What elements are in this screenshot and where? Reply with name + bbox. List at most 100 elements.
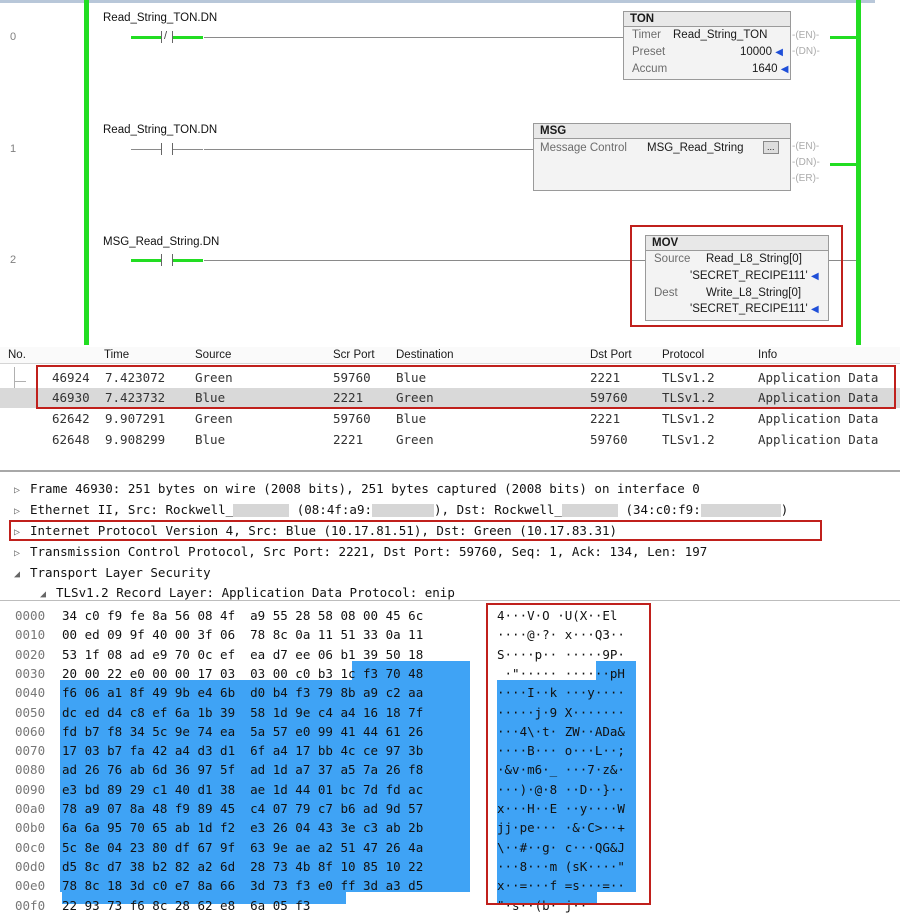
hex-bytes: 22 93 73 f6 8c 28 62 e8 6a 05 f3 (62, 897, 311, 913)
preset-label: Preset (632, 46, 666, 58)
rung-wire (204, 260, 646, 261)
en-output: -(EN)- (792, 141, 820, 152)
hex-bytes: f6 06 a1 8f 49 9b e4 6b d0 b4 f3 79 8b a… (62, 685, 424, 701)
highlight-box-ip (9, 520, 822, 541)
timer-label: Timer (632, 29, 661, 41)
rung-number: 1 (10, 143, 17, 155)
col-time[interactable]: Time (104, 349, 129, 361)
hex-offset: 0060 (15, 723, 46, 739)
redacted-block (561, 504, 618, 517)
tree-frame[interactable]: ▷ Frame 46930: 251 bytes on wire (2008 bi… (14, 481, 700, 496)
highlight-box-packets (36, 365, 896, 409)
xic-contact[interactable] (131, 254, 203, 266)
collapse-icon[interactable]: ◢ (14, 569, 30, 580)
accum-label: Accum (632, 63, 668, 75)
hex-dump: 0000 34 c0 f9 fe 8a 56 08 4f a9 55 28 58 … (0, 600, 900, 913)
redacted-block (233, 504, 290, 517)
hex-offset: 0030 (15, 665, 46, 681)
col-src-port[interactable]: Scr Port (333, 349, 375, 361)
highlight-box-mov (630, 225, 843, 327)
left-power-rail (84, 0, 89, 345)
hex-bytes: 00 ed 09 9f 40 00 3f 06 78 8c 0a 11 51 3… (62, 627, 424, 643)
expand-icon[interactable]: ▷ (14, 485, 30, 496)
tree-tls-record[interactable]: ◢ TLSv1.2 Record Layer: Application Data … (40, 585, 455, 600)
accum-value[interactable]: 1640 (752, 63, 778, 75)
col-protocol[interactable]: Protocol (662, 349, 704, 361)
hex-bytes: fd b7 f8 34 5c 9e 74 ea 5a 57 e0 99 41 4… (62, 723, 424, 739)
tree-tcp[interactable]: ▷ Transmission Control Protocol, Src Port… (14, 544, 707, 559)
expand-icon[interactable]: ▷ (14, 548, 30, 559)
rung-wire (204, 37, 624, 38)
rung-number: 0 (10, 31, 17, 43)
xio-contact[interactable]: / (131, 30, 203, 43)
hex-bytes: 6a 6a 95 70 65 ab 1d f2 e3 26 04 43 3e c… (62, 820, 424, 836)
msg-instruction[interactable]: MSG Message Control MSG_Read_String ... (533, 123, 791, 191)
message-config-button[interactable]: ... (763, 141, 779, 154)
hex-bytes: e3 bd 89 29 c1 40 d1 38 ae 1d 44 01 bc 7… (62, 781, 424, 797)
hex-bytes: 17 03 b7 fa 42 a4 d3 d1 6f a4 17 bb 4c c… (62, 743, 424, 759)
hex-offset: 0020 (15, 646, 46, 662)
hex-bytes: ad 26 76 ab 6d 36 97 5f ad 1d a7 37 a5 7… (62, 762, 424, 778)
hex-offset: 00a0 (15, 801, 46, 816)
hex-offset: 0080 (15, 762, 46, 778)
rung-contact-tag[interactable]: Read_String_TON.DN (103, 12, 217, 24)
message-control-label: Message Control (540, 142, 627, 154)
window-top-border (0, 0, 875, 3)
en-output: -(EN)- (792, 30, 820, 41)
hex-bytes: 34 c0 f9 fe 8a 56 08 4f a9 55 28 58 08 0… (62, 608, 424, 623)
rung-wire (204, 149, 534, 150)
hex-bytes: 20 00 22 e0 00 00 17 03 03 00 c0 b3 1c f… (62, 665, 424, 681)
value-arrow-icon: ◀ (780, 64, 789, 75)
expand-icon[interactable]: ▷ (14, 506, 30, 517)
rung-number: 2 (10, 254, 17, 266)
col-info[interactable]: Info (758, 349, 777, 361)
hex-offset: 00f0 (15, 897, 46, 913)
dn-output-energized (830, 163, 856, 166)
rung-contact-tag[interactable]: MSG_Read_String.DN (103, 236, 219, 248)
packet-row[interactable]: 62648 9.908299 Blue 2221 Green 59760 TLS… (0, 430, 900, 450)
col-source[interactable]: Source (195, 349, 231, 361)
rung-contact-tag[interactable]: Read_String_TON.DN (103, 124, 217, 136)
preset-value[interactable]: 10000 (740, 46, 772, 58)
col-destination[interactable]: Destination (396, 349, 454, 361)
hex-bytes: 78 8c 18 3d c0 e7 8a 66 3d 73 f3 e0 ff 3… (62, 878, 424, 894)
hex-offset: 0090 (15, 781, 46, 797)
dn-output: -(DN)- (792, 157, 820, 168)
er-output: -(ER)- (792, 173, 820, 184)
dn-output: -(DN)- (792, 46, 820, 57)
en-output-energized (830, 36, 856, 39)
hex-offset: 0040 (15, 685, 46, 701)
hex-offset: 0010 (15, 627, 46, 643)
hex-bytes: 78 a9 07 8a 48 f9 89 45 c4 07 79 c7 b6 a… (62, 801, 424, 816)
ton-instruction[interactable]: TON Timer Read_String_TON Preset 10000 ◀… (623, 11, 791, 80)
col-no[interactable]: No. (8, 349, 26, 361)
hex-offset: 00b0 (15, 820, 46, 836)
highlight-box-ascii (486, 603, 651, 905)
packet-row[interactable]: 62642 9.907291 Green 59760 Blue 2221 TLS… (0, 409, 900, 429)
hex-offset: 00c0 (15, 839, 46, 855)
timer-tag[interactable]: Read_String_TON (673, 29, 767, 41)
hex-offset: 0070 (15, 743, 46, 759)
xic-contact[interactable] (131, 143, 203, 155)
msg-title: MSG (534, 124, 790, 139)
hex-offset: 00d0 (15, 858, 46, 874)
redacted-block (700, 504, 781, 517)
hex-bytes: 53 1f 08 ad e9 70 0c ef ea d7 ee 06 b1 3… (62, 646, 424, 662)
value-arrow-icon: ◀ (775, 47, 783, 58)
tree-ethernet[interactable]: ▷ Ethernet II, Src: Rockwell_ (08:4f:a9:)… (14, 502, 788, 517)
hex-bytes: d5 8c d7 38 b2 82 a2 6d 28 73 4b 8f 10 8… (62, 858, 424, 874)
hex-bytes: 5c 8e 04 23 80 df 67 9f 63 9e ae a2 51 4… (62, 839, 424, 855)
message-control-tag[interactable]: MSG_Read_String (647, 142, 744, 154)
ton-title: TON (624, 12, 790, 27)
packet-list-header: No. Time Source Scr Port Destination Dst… (0, 347, 900, 364)
packet-list: No. Time Source Scr Port Destination Dst… (0, 345, 900, 470)
redacted-block (372, 504, 434, 517)
hex-offset: 0050 (15, 704, 46, 720)
collapse-icon[interactable]: ◢ (40, 589, 56, 600)
tree-tls[interactable]: ◢ Transport Layer Security (14, 565, 211, 580)
col-dst-port[interactable]: Dst Port (590, 349, 632, 361)
right-power-rail (856, 0, 861, 345)
hex-bytes: dc ed d4 c8 ef 6a 1b 39 58 1d 9e c4 a4 1… (62, 704, 424, 720)
hex-offset: 0000 (15, 608, 46, 623)
ladder-logic-view: 0 Read_String_TON.DN / TON Timer Read_St… (0, 0, 875, 345)
